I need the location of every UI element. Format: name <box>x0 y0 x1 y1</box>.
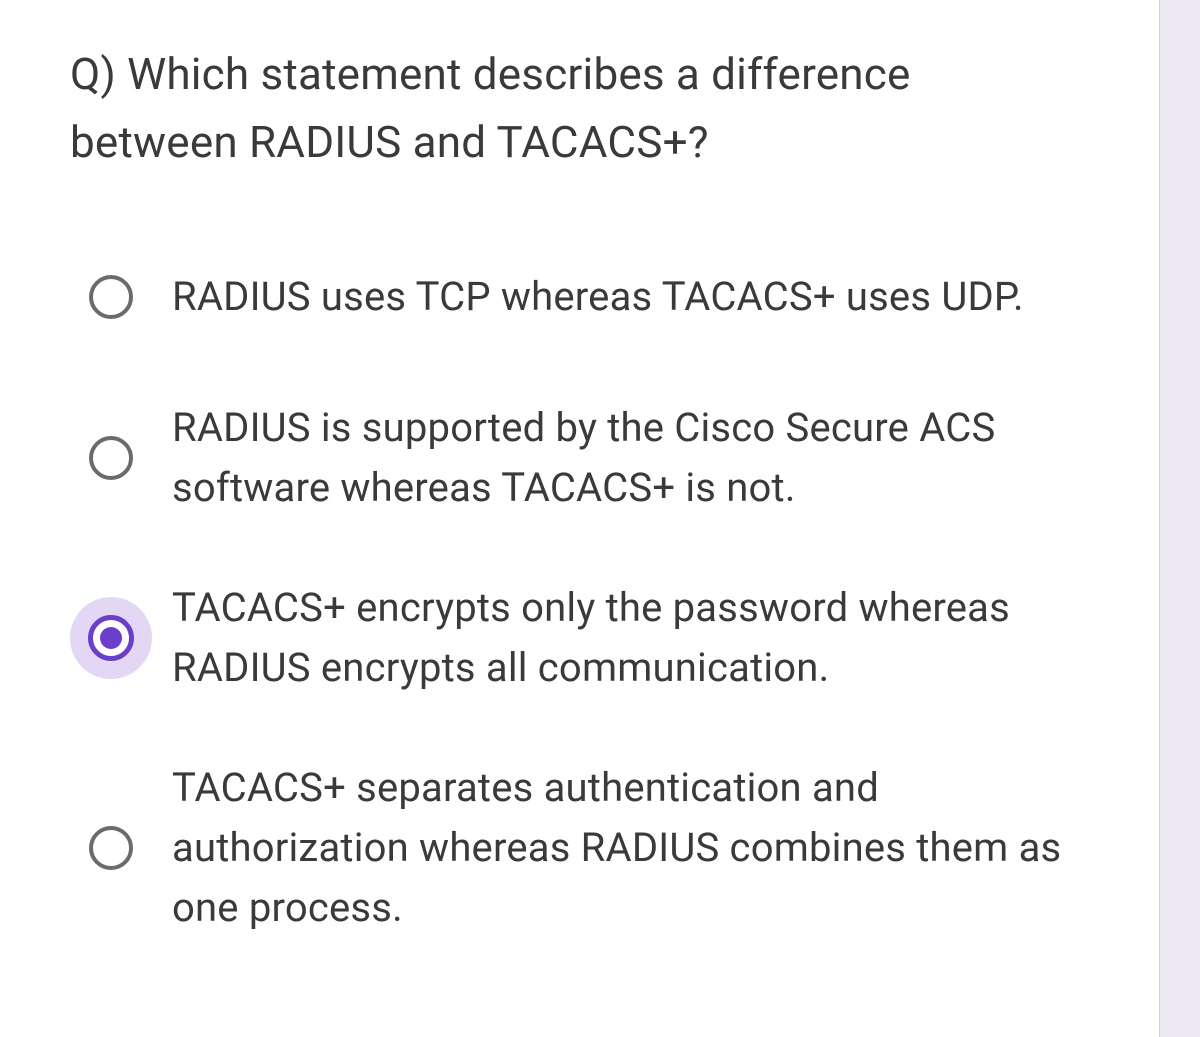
radio-dot-icon <box>100 627 122 649</box>
radio-selected-icon <box>88 615 134 661</box>
option-1[interactable]: RADIUS is supported by the Cisco Secure … <box>70 398 1089 518</box>
options-group: RADIUS uses TCP whereas TACACS+ uses UDP… <box>70 256 1089 938</box>
option-0[interactable]: RADIUS uses TCP whereas TACACS+ uses UDP… <box>70 256 1089 338</box>
option-3[interactable]: TACACS+ separates authentication and aut… <box>70 758 1089 938</box>
question-text: Q) Which statement describes a differenc… <box>70 40 1089 176</box>
radio-1[interactable] <box>70 417 152 499</box>
radio-circle-icon <box>89 826 133 870</box>
question-card: Q) Which statement describes a differenc… <box>0 0 1160 1037</box>
option-label-1: RADIUS is supported by the Cisco Secure … <box>172 398 1089 518</box>
option-label-3: TACACS+ separates authentication and aut… <box>172 758 1089 938</box>
radio-circle-icon <box>89 436 133 480</box>
option-2[interactable]: TACACS+ encrypts only the password where… <box>70 578 1089 698</box>
radio-circle-icon <box>89 275 133 319</box>
radio-0[interactable] <box>70 256 152 338</box>
radio-2[interactable] <box>70 597 152 679</box>
option-label-2: TACACS+ encrypts only the password where… <box>172 578 1089 698</box>
option-label-0: RADIUS uses TCP whereas TACACS+ uses UDP… <box>172 267 1024 327</box>
radio-3[interactable] <box>70 807 152 889</box>
